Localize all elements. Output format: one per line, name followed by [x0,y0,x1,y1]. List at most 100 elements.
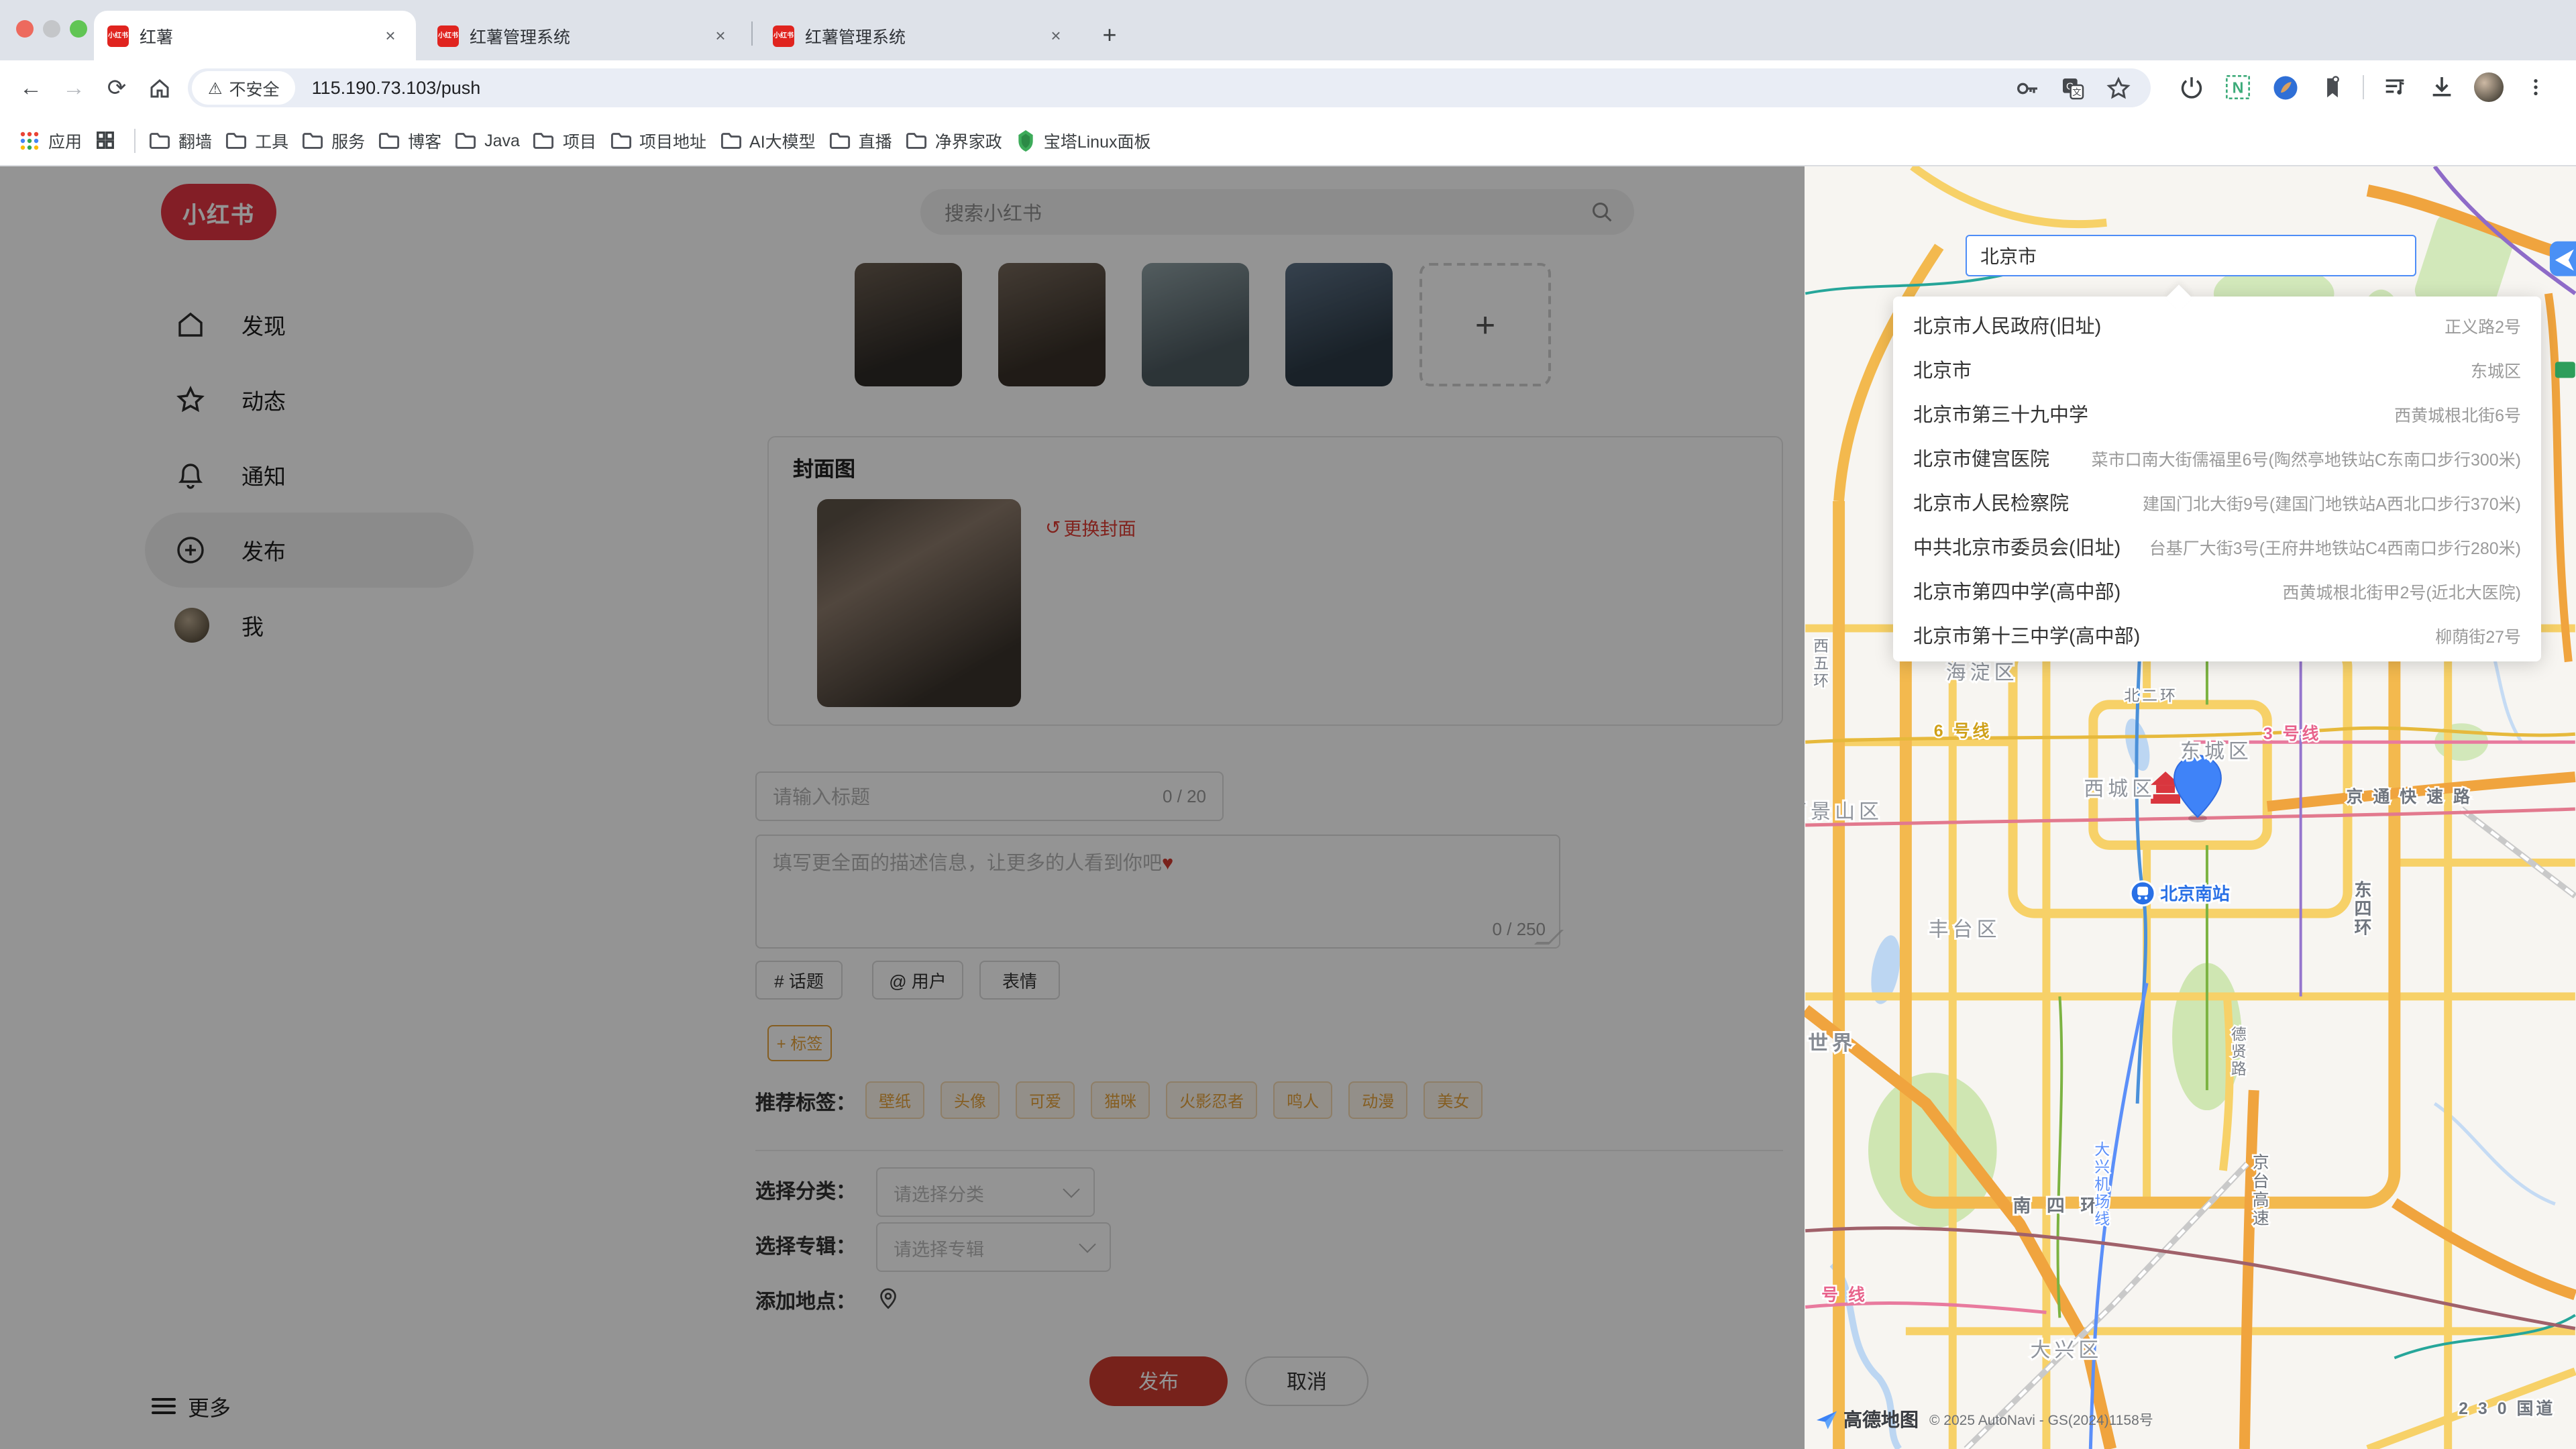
xiaohongshu-favicon: 小红书 [107,25,129,46]
tab-title: 红薯管理系统 [470,23,698,48]
district-label: 海淀区 [1946,661,2019,684]
download-icon[interactable] [2426,71,2458,103]
home-icon [148,76,172,101]
folder-icon [720,131,741,150]
macos-fullscreen-button[interactable] [70,20,87,38]
security-chip[interactable]: ⚠ 不安全 [192,71,296,105]
apps-label: 应用 [48,127,82,153]
folder-icon [610,131,631,150]
forward-button[interactable]: → [56,71,91,106]
bookmark-folder[interactable]: 项目 [533,127,596,153]
power-extension-icon[interactable] [2175,71,2207,103]
road-label: 京台高速 [2253,1153,2272,1228]
security-label: 不安全 [229,75,280,101]
kebab-menu-icon[interactable] [2520,71,2552,103]
map-attribution: 高德地图 © 2025 AutoNavi - GS(2024)1158号 [1815,1406,2153,1433]
folder-icon [149,131,170,150]
map-result-row[interactable]: 北京市第四中学(高中部) 西黄城根北街甲2号(近北大医院) [1893,569,2541,613]
map-result-row[interactable]: 北京市第三十九中学 西黄城根北街6号 [1893,392,2541,436]
road-label: 西五环 [1813,637,1831,689]
bookmark-folder[interactable]: 博客 [378,127,441,153]
folder-icon [455,131,476,150]
n-extension-icon[interactable]: N [2222,71,2254,103]
profile-avatar[interactable] [2473,71,2505,103]
district-label: 大兴区 [2030,1339,2102,1361]
clip-extension-icon[interactable] [2316,71,2348,103]
map-result-row[interactable]: 北京市第十三中学(高中部) 柳荫街27号 [1893,613,2541,657]
translate-icon[interactable]: G文 [2059,74,2086,101]
tab-active[interactable]: 小红书 红薯 × [94,11,416,60]
map-copyright: © 2025 AutoNavi - GS(2024)1158号 [1929,1409,2153,1430]
tab-close-icon[interactable]: × [1044,23,1068,48]
map-search-input[interactable]: 北京市 [1966,235,2416,276]
grid-bookmark[interactable] [95,130,115,150]
map-result-row[interactable]: 北京市健宫医院 菜市口南大街儒福里6号(陶然亭地铁站C东南口步行300米) [1893,436,2541,480]
map-result-row[interactable]: 北京市人民政府(旧址) 正义路2号 [1893,303,2541,347]
url-text[interactable]: 115.190.73.103/push [312,78,2014,98]
bookmark-folder[interactable]: 净界家政 [906,127,1002,153]
media-playlist-icon[interactable] [2379,71,2411,103]
page-content: 小红书 发现 动态 通知 发布 我 [0,166,2576,1449]
new-tab-button[interactable]: + [1092,17,1127,52]
bookmark-folder[interactable]: 服务 [302,127,365,153]
xiaohongshu-favicon: 小红书 [437,25,459,46]
place-label: 世界 [1808,1032,1856,1055]
map-panel[interactable]: 海淀区 石景山区 东城区 西城区 丰台区 大兴区 世界 北二环 南 四 环 京 … [1805,166,2576,1449]
folder-icon [829,131,851,150]
tab-2[interactable]: 小红书 红薯管理系统 × [424,11,746,60]
bt-panel-label: 宝塔Linux面板 [1044,127,1151,153]
bookmark-folder[interactable]: 翻墙 [149,127,212,153]
password-key-icon[interactable] [2014,74,2041,101]
bookmark-folder[interactable]: 工具 [225,127,288,153]
bt-panel-icon [1016,129,1036,151]
macos-minimize-button[interactable] [43,20,60,38]
tab-strip: 小红书 红薯 × 小红书 红薯管理系统 × 小红书 红薯管理系统 × + [0,0,2576,60]
bt-panel-bookmark[interactable]: 宝塔Linux面板 [1016,127,1151,153]
district-label: 丰台区 [1929,919,2001,941]
map-results-dropdown: 北京市人民政府(旧址) 正义路2号 北京市 东城区 北京市第三十九中学 西黄城根… [1893,297,2541,661]
folder-icon [533,131,555,150]
bookmark-folder-list: 翻墙 工具 服务 博客 Java [149,127,1016,153]
tab-close-icon[interactable]: × [708,23,733,48]
metro-line-label: 3 号线 [2263,724,2322,743]
macos-close-button[interactable] [16,20,34,38]
back-button[interactable]: ← [13,71,48,106]
tab-title: 红薯管理系统 [805,23,1033,48]
road-label: 北二环 [2124,686,2178,704]
airport-icon [2550,241,2576,276]
bookmark-folder[interactable]: AI大模型 [720,127,816,153]
bookmark-folder[interactable]: 直播 [829,127,892,153]
svg-text:文: 文 [2072,87,2081,97]
home-button[interactable] [142,71,177,106]
map-search-value: 北京市 [1980,242,2037,269]
warning-icon: ⚠ [208,78,223,97]
district-label: 石景山区 [1805,801,1883,823]
tab-3[interactable]: 小红书 红薯管理系统 × [759,11,1081,60]
tab-close-icon[interactable]: × [378,23,402,48]
screen: 小红书 红薯 × 小红书 红薯管理系统 × 小红书 红薯管理系统 × + ← →… [0,0,2576,1449]
reload-button[interactable]: ⟳ [99,71,134,106]
squares-grid-icon [95,130,115,150]
extension-area: N [2160,71,2552,103]
svg-text:N: N [2233,78,2244,96]
metro-line-label: 大兴机场线 [2094,1140,2110,1228]
district-label: 西城区 [2084,778,2156,800]
road-label: 东四环 [2354,880,2374,938]
browser-toolbar: ← → ⟳ ⚠ 不安全 115.190.73.103/push G文 N [0,60,2576,115]
apps-shortcut[interactable]: 应用 [19,127,82,153]
bookmark-folder[interactable]: 项目地址 [610,127,706,153]
map-result-row[interactable]: 中共北京市委员会(旧址) 台基厂大街3号(王府井地铁站C4西南口步行280米) [1893,525,2541,569]
paint-extension-icon[interactable] [2269,71,2301,103]
map-result-row[interactable]: 北京市人民检察院 建国门北大街9号(建国门地铁站A西北口步行370米) [1893,480,2541,525]
omnibox[interactable]: ⚠ 不安全 115.190.73.103/push G文 [188,68,2151,107]
road-label: 2 3 0 国道 [2459,1399,2555,1418]
station-label: 北京南站 [2160,884,2230,904]
bookmark-star-icon[interactable] [2105,74,2132,101]
bookmark-folder[interactable]: Java [455,131,520,150]
map-result-row[interactable]: 北京市 东城区 [1893,347,2541,392]
tab-separator [751,21,753,46]
bookmarks-separator [134,128,136,152]
metro-line-label: 6 号线 [1934,721,1992,741]
railway-station-icon [2131,881,2155,906]
district-label: 东城区 [2180,741,2253,763]
